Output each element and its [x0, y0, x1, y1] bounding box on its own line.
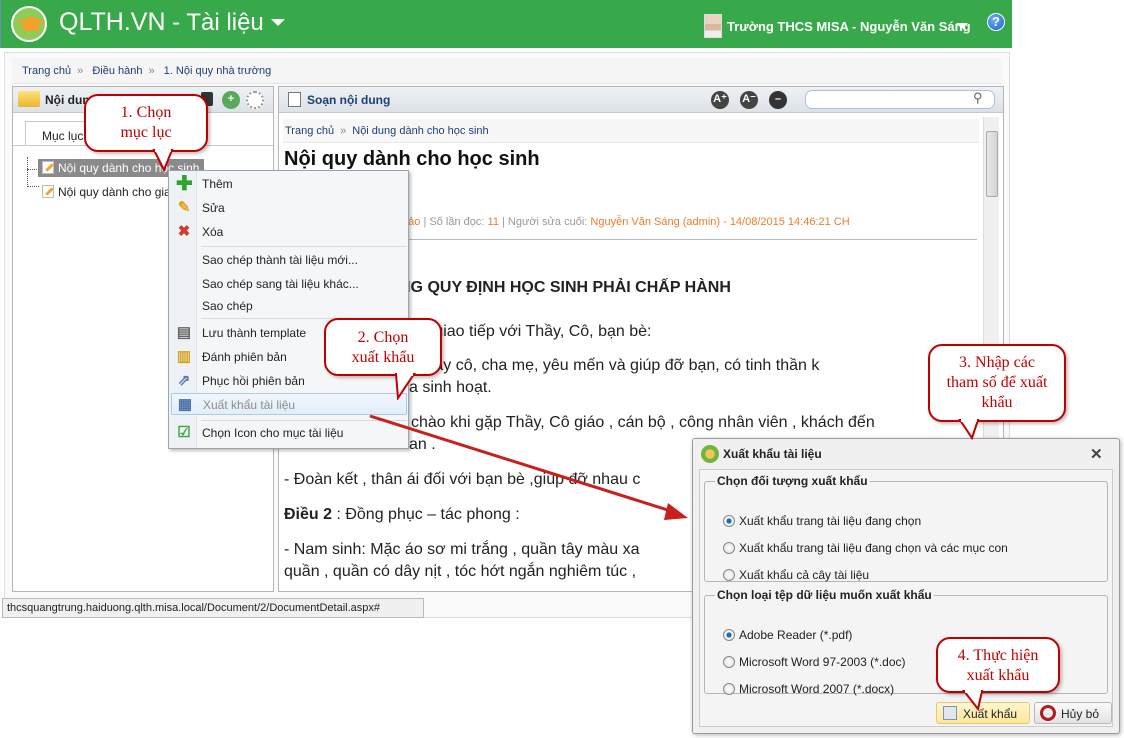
export-target-group: Chọn đối tượng xuất khẩu Xuất khẩu trang…	[704, 474, 1108, 582]
callout-step-4: 4. Thực hiện xuất khẩu	[936, 637, 1060, 693]
arrow-head-icon	[664, 503, 688, 520]
close-icon[interactable]: ✕	[1090, 445, 1103, 463]
callout-step-3: 3. Nhập các tham số để xuất khẩu	[928, 344, 1066, 422]
callout-tail	[152, 148, 174, 173]
radio-whole-tree[interactable]: Xuất khẩu cả cây tài liệu	[723, 568, 869, 582]
cancel-button[interactable]: Hủy bỏ	[1034, 702, 1112, 724]
radio-doc[interactable]: Microsoft Word 97-2003 (*.doc)	[723, 655, 906, 669]
callout-tail	[961, 689, 984, 711]
callout-step-2: 2. Chọn xuất khẩu	[324, 318, 442, 376]
export-icon	[943, 706, 957, 720]
radio-pdf[interactable]: Adobe Reader (*.pdf)	[723, 628, 852, 642]
dialog-title: Xuất khẩu tài liệu	[723, 447, 822, 461]
cancel-icon	[1040, 705, 1056, 721]
callout-tail	[958, 418, 980, 440]
export-dialog-icon	[701, 445, 719, 463]
radio-current-page[interactable]: Xuất khẩu trang tài liệu đang chọn	[723, 514, 921, 528]
radio-page-and-children[interactable]: Xuất khẩu trang tài liệu đang chọn và cá…	[723, 541, 1008, 555]
callout-tail	[394, 372, 416, 400]
export-dialog: Xuất khẩu tài liệu ✕ Chọn đối tượng xuất…	[692, 438, 1120, 734]
callout-step-1: 1. Chọn mục lục	[84, 94, 208, 152]
radio-docx[interactable]: Microsoft Word 2007 (*.docx)	[723, 682, 894, 696]
arrow-line	[369, 414, 675, 514]
